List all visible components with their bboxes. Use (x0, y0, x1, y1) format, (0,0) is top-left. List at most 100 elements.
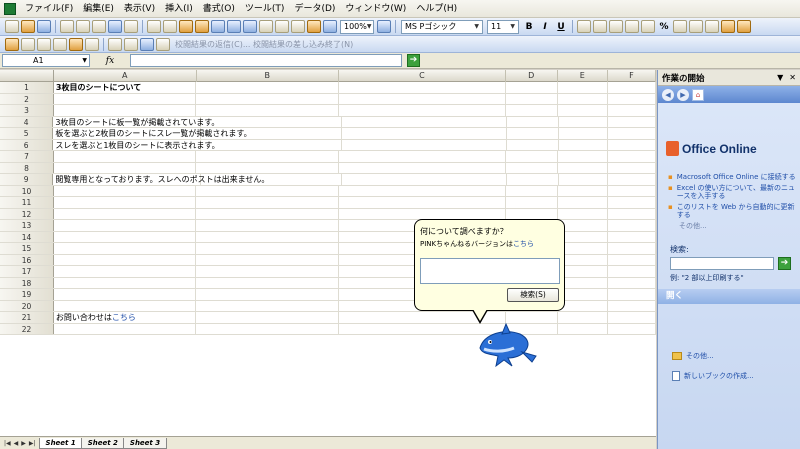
new-book-link[interactable]: 新しいブックの作成... (672, 371, 754, 381)
open-icon[interactable] (21, 20, 35, 33)
cell-a[interactable]: 3枚目のシートに板一覧が掲載されています。 (53, 116, 219, 127)
chart-wizard-icon[interactable] (307, 20, 321, 33)
dolphin-assistant-icon[interactable] (474, 322, 544, 370)
select-all-corner[interactable] (0, 70, 54, 82)
cell-a[interactable] (54, 243, 197, 254)
row-header[interactable]: 5 (0, 128, 54, 139)
close-icon[interactable]: ✕ (789, 73, 796, 82)
new-icon[interactable] (5, 20, 19, 33)
bold-button[interactable]: B (522, 20, 536, 34)
review-icon-4[interactable] (53, 37, 67, 51)
menu-data[interactable]: データ(D) (289, 0, 340, 18)
cell-c[interactable] (339, 185, 506, 196)
row-header[interactable]: 22 (0, 323, 54, 334)
row-header[interactable]: 7 (0, 151, 54, 162)
excel-app-icon[interactable] (4, 2, 16, 15)
autosum-icon[interactable] (259, 20, 273, 33)
open-other-link[interactable]: その他... (672, 351, 714, 361)
cell-d[interactable] (506, 197, 558, 208)
cell-a[interactable]: お問い合わせはこちら (54, 312, 197, 323)
row-header[interactable]: 14 (0, 231, 54, 242)
cell-f[interactable] (608, 105, 656, 116)
cell-d[interactable] (506, 312, 558, 323)
cell-b[interactable] (196, 254, 339, 265)
align-center-icon[interactable] (593, 20, 607, 33)
cell-b[interactable] (196, 289, 339, 300)
cell-f[interactable] (608, 289, 656, 300)
merge-center-icon[interactable] (625, 20, 639, 33)
last-sheet-icon[interactable]: ▶| (29, 440, 36, 447)
cut-icon[interactable] (147, 20, 161, 33)
cell-e[interactable] (558, 277, 608, 288)
cell-f[interactable] (608, 93, 656, 104)
cell-e[interactable] (558, 82, 608, 93)
menu-view[interactable]: 表示(V) (119, 0, 160, 18)
cell-b[interactable] (196, 323, 339, 334)
review-icon-5[interactable] (69, 37, 83, 51)
review-icon-2[interactable] (21, 37, 35, 51)
formula-input[interactable] (130, 54, 402, 67)
save-icon[interactable] (37, 20, 51, 33)
cell-e[interactable] (559, 139, 609, 150)
percent-button[interactable]: % (657, 20, 671, 34)
cell-e[interactable] (558, 243, 608, 254)
cell-c[interactable] (342, 174, 508, 185)
cell-a[interactable]: 閲覧専用となっております。スレへのポストは出来ません。 (53, 174, 269, 185)
underline-button[interactable]: U (554, 20, 568, 34)
cell-a[interactable]: 3枚目のシートについて (54, 82, 197, 93)
copy-icon[interactable] (163, 20, 177, 33)
cell-f[interactable] (608, 300, 656, 311)
cell-e[interactable] (558, 185, 608, 196)
column-header-d[interactable]: D (506, 70, 558, 82)
menu-format[interactable]: 書式(O) (198, 0, 240, 18)
cell-b[interactable] (196, 162, 339, 173)
cell-e[interactable] (558, 197, 608, 208)
cell-f[interactable] (608, 277, 656, 288)
cell-c[interactable] (339, 151, 506, 162)
cell-a[interactable] (54, 323, 197, 334)
cell-d[interactable] (506, 185, 558, 196)
cell-b[interactable] (196, 197, 339, 208)
row-header[interactable]: 3 (0, 105, 54, 116)
menu-insert[interactable]: 挿入(I) (160, 0, 198, 18)
cell-c[interactable] (339, 93, 506, 104)
align-left-icon[interactable] (577, 20, 591, 33)
cell-a[interactable] (54, 162, 197, 173)
cell-a[interactable] (54, 220, 197, 231)
cell-f[interactable] (608, 82, 656, 93)
cell-f[interactable] (608, 116, 656, 127)
redo-icon[interactable] (227, 20, 241, 33)
cell-f[interactable] (608, 312, 656, 323)
cell-a[interactable] (54, 231, 197, 242)
menu-help[interactable]: ヘルプ(H) (411, 0, 462, 18)
borders-icon[interactable] (705, 20, 719, 33)
cell-c[interactable] (342, 128, 508, 139)
menu-file[interactable]: ファイル(F) (20, 0, 78, 18)
cell-a[interactable] (54, 151, 197, 162)
review-icon-6[interactable] (85, 37, 99, 51)
prev-sheet-icon[interactable]: ◀ (14, 440, 19, 447)
row-header[interactable]: 19 (0, 289, 54, 300)
cell-e[interactable] (558, 151, 608, 162)
row-header[interactable]: 15 (0, 243, 54, 254)
link-auto-update[interactable]: ▪ このリストを Web から自動的に更新する (668, 203, 796, 219)
cell-b[interactable] (201, 128, 343, 139)
currency-icon[interactable] (641, 20, 655, 33)
cell-b[interactable] (201, 116, 343, 127)
cell-c[interactable] (342, 116, 508, 127)
cell-e[interactable] (559, 128, 609, 139)
row-header[interactable]: 4 (0, 116, 54, 127)
hyperlink-icon[interactable] (243, 20, 257, 33)
cell-f[interactable] (608, 323, 656, 334)
task-pane-search-input[interactable] (670, 257, 774, 270)
row-header[interactable]: 21 (0, 312, 54, 323)
cell-d[interactable] (507, 174, 559, 185)
cell-f[interactable] (608, 208, 656, 219)
cell-d[interactable] (506, 162, 558, 173)
review-icon-10[interactable] (156, 37, 170, 51)
comma-style-icon[interactable] (673, 20, 687, 33)
menu-window[interactable]: ウィンドウ(W) (340, 0, 411, 18)
back-icon[interactable]: ◀ (662, 88, 674, 101)
cell-a[interactable] (54, 197, 197, 208)
link-latest-news[interactable]: ▪ Excel の使い方について、最新のニュースを入手する (668, 184, 796, 200)
